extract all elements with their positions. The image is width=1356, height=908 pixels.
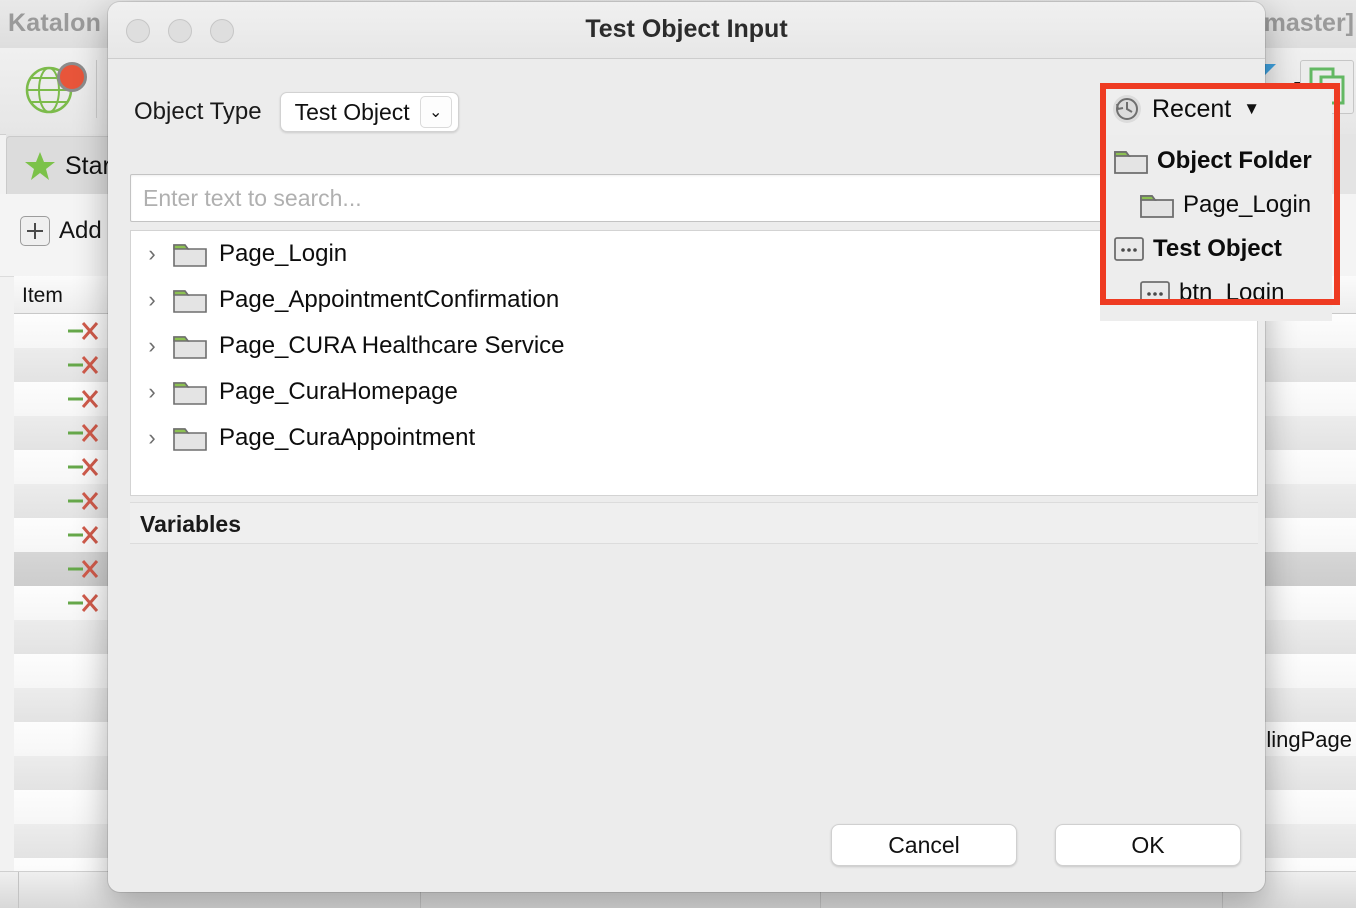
object-type-row: Object Type Test Object ⌄ bbox=[134, 92, 459, 132]
test-object-icon bbox=[1140, 281, 1170, 305]
ok-button[interactable]: OK bbox=[1055, 824, 1241, 866]
object-tree[interactable]: › Page_Login › Page_AppointmentConfirmat… bbox=[130, 230, 1258, 496]
app-title-left: Katalon bbox=[8, 9, 101, 38]
caret-down-icon: ▼ bbox=[1243, 99, 1260, 119]
folder-icon bbox=[173, 425, 207, 452]
record-button-icon[interactable] bbox=[57, 62, 87, 92]
chevron-right-icon[interactable]: › bbox=[143, 381, 161, 403]
tree-item-label: Page_CuraAppointment bbox=[219, 424, 475, 452]
recent-menu-item-page-login[interactable]: Page_Login bbox=[1100, 183, 1332, 227]
variables-title: Variables bbox=[140, 511, 241, 538]
variables-table[interactable] bbox=[130, 544, 1258, 794]
tree-item-label: Page_AppointmentConfirmation bbox=[219, 286, 559, 314]
folder-icon bbox=[173, 241, 207, 268]
arrow-x-failed-icon bbox=[66, 456, 100, 478]
recent-group-label: Object Folder bbox=[1157, 147, 1312, 175]
dialog-button-bar: Cancel OK bbox=[831, 824, 1241, 866]
search-field[interactable] bbox=[130, 174, 1258, 222]
tree-item-label: Page_Login bbox=[219, 240, 347, 268]
arrow-x-failed-icon bbox=[66, 422, 100, 444]
toolbar-separator bbox=[96, 60, 97, 118]
arrow-x-failed-icon bbox=[66, 388, 100, 410]
folder-icon bbox=[1140, 192, 1174, 219]
tree-item-label: Page_CURA Healthcare Service bbox=[219, 332, 565, 360]
recent-button-label: Recent bbox=[1152, 95, 1231, 124]
folder-icon bbox=[173, 379, 207, 406]
cancel-button[interactable]: Cancel bbox=[831, 824, 1017, 866]
tree-item-page-curaappointment[interactable]: › Page_CuraAppointment bbox=[131, 415, 1257, 461]
star-icon bbox=[25, 151, 55, 181]
variables-header: Variables bbox=[130, 502, 1258, 544]
test-object-icon bbox=[1114, 237, 1144, 261]
arrow-x-failed-icon bbox=[66, 320, 100, 342]
chevron-down-icon: ⌄ bbox=[420, 96, 452, 128]
object-type-label: Object Type bbox=[134, 98, 262, 126]
table-column-item: Item bbox=[22, 284, 63, 308]
chevron-right-icon[interactable]: › bbox=[143, 335, 161, 357]
arrow-x-failed-icon bbox=[66, 490, 100, 512]
arrow-x-failed-icon bbox=[66, 354, 100, 376]
tree-item-page-login[interactable]: › Page_Login bbox=[131, 231, 1257, 277]
tree-item-page-curahomepage[interactable]: › Page_CuraHomepage bbox=[131, 369, 1257, 415]
tree-item-page-appointmentconfirmation[interactable]: › Page_AppointmentConfirmation bbox=[131, 277, 1257, 323]
recent-item-label: Page_Login bbox=[1183, 191, 1311, 219]
folder-icon bbox=[173, 333, 207, 360]
app-title-right: master] bbox=[1264, 9, 1354, 38]
object-type-select[interactable]: Test Object ⌄ bbox=[280, 92, 459, 132]
recent-menu-group-object-folder: Object Folder bbox=[1100, 139, 1332, 183]
chevron-right-icon[interactable]: › bbox=[143, 243, 161, 265]
arrow-x-failed-icon bbox=[66, 558, 100, 580]
recent-menu-group-test-object: Test Object bbox=[1100, 227, 1332, 271]
recent-menu[interactable]: Object Folder Page_Login Test Object btn… bbox=[1100, 135, 1332, 321]
status-divider bbox=[18, 872, 19, 908]
chevron-right-icon[interactable]: › bbox=[143, 427, 161, 449]
recent-button[interactable]: Recent ▼ bbox=[1100, 83, 1332, 135]
recent-menu-item-btn-login[interactable]: btn_Login bbox=[1100, 271, 1332, 315]
arrow-x-failed-icon bbox=[66, 524, 100, 546]
plus-icon bbox=[20, 216, 50, 246]
add-button[interactable]: Add bbox=[20, 216, 102, 246]
tree-item-label: Page_CuraHomepage bbox=[219, 378, 458, 406]
folder-icon bbox=[1114, 148, 1148, 175]
dialog-title: Test Object Input bbox=[108, 15, 1265, 44]
add-button-label: Add bbox=[59, 217, 102, 245]
recent-dropdown: Recent ▼ Object Folder Page_Login Test O… bbox=[1100, 83, 1332, 321]
tree-item-page-cura-healthcare-service[interactable]: › Page_CURA Healthcare Service bbox=[131, 323, 1257, 369]
search-input[interactable] bbox=[131, 175, 1257, 221]
object-type-value: Test Object bbox=[295, 99, 410, 126]
table-cell-clipped: lingPage bbox=[1266, 727, 1352, 753]
arrow-x-failed-icon bbox=[66, 592, 100, 614]
chevron-right-icon[interactable]: › bbox=[143, 289, 161, 311]
history-clock-icon bbox=[1112, 94, 1142, 124]
recent-group-label: Test Object bbox=[1153, 235, 1282, 263]
dialog-titlebar: Test Object Input bbox=[108, 2, 1265, 59]
recent-item-label: btn_Login bbox=[1179, 279, 1284, 307]
test-object-input-dialog: Test Object Input Object Type Test Objec… bbox=[108, 2, 1265, 892]
folder-icon bbox=[173, 287, 207, 314]
